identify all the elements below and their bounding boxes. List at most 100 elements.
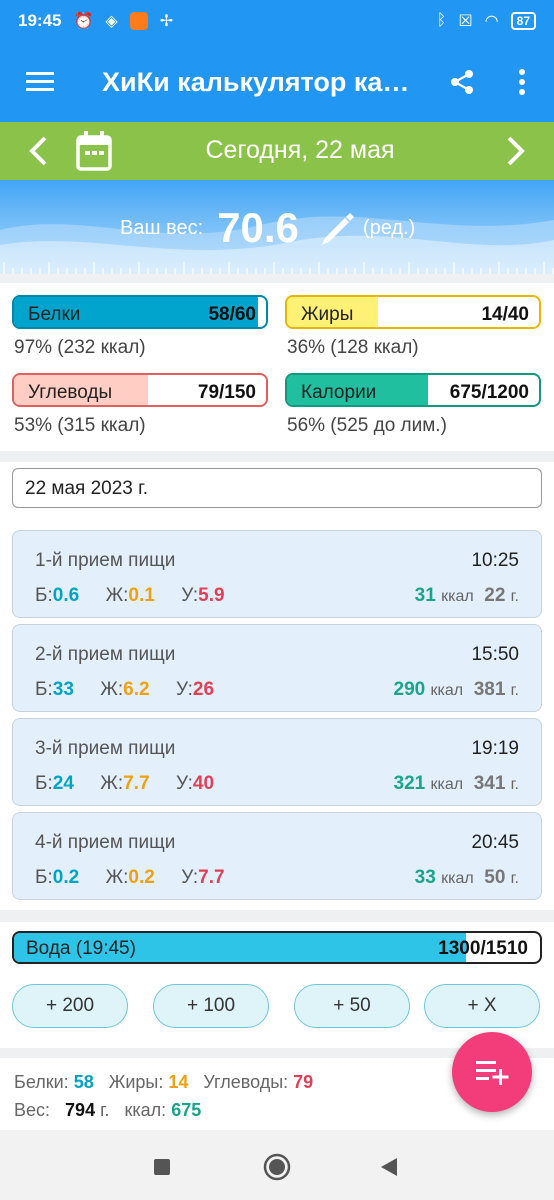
date-field-section: 22 мая 2023 г.	[0, 462, 554, 520]
summary-fat-label: Жиры:	[108, 1072, 164, 1092]
calories-value: 675/1200	[449, 382, 529, 403]
weight-banner: Ваш вес: 70.6 (ред.)	[0, 180, 554, 274]
previous-day-button[interactable]	[18, 131, 58, 171]
kcal-unit: ккал	[430, 682, 464, 699]
more-options-button[interactable]	[504, 64, 540, 100]
summary-weight-unit: г.	[100, 1100, 110, 1120]
meal-totals: 31 ккал 22 г.	[415, 585, 519, 607]
fat-value: 0.1	[128, 585, 155, 606]
date-field[interactable]: 22 мая 2023 г.	[12, 468, 542, 508]
share-button[interactable]	[444, 64, 480, 100]
meal-card-1[interactable]: 1-й прием пищи 10:25 Б:0.6 Ж:0.1 У:5.9 3…	[12, 530, 542, 618]
kcal-unit: ккал	[441, 870, 474, 887]
fat-label: Ж:	[105, 867, 129, 888]
add-water-custom-button[interactable]: + X	[424, 984, 540, 1028]
weight-label: Ваш вес:	[120, 216, 204, 239]
next-day-button[interactable]	[496, 131, 536, 171]
meal-grams: 381	[473, 679, 506, 700]
fat-label: Жиры	[301, 304, 354, 325]
carbs-label: У:	[175, 773, 193, 794]
carbs-label: У:	[181, 867, 199, 888]
summary-protein-value: 58	[73, 1072, 94, 1092]
meal-card-2[interactable]: 2-й прием пищи 15:50 Б:33 Ж:6.2 У:26 290…	[12, 624, 542, 712]
system-navigation-bar	[0, 1130, 554, 1200]
calendar-button[interactable]	[74, 130, 114, 172]
add-water-100-button[interactable]: + 100	[153, 984, 269, 1028]
menu-button[interactable]	[0, 42, 80, 122]
carbs-label: У:	[175, 679, 193, 700]
weight-edit-label[interactable]: (ред.)	[363, 217, 415, 240]
recent-apps-button[interactable]	[145, 1150, 179, 1184]
protein-value: 58/60	[208, 304, 256, 325]
protein-label: Б:	[35, 585, 53, 606]
kcal-unit: ккал	[430, 776, 464, 793]
status-time: 19:45	[18, 11, 62, 30]
meal-time: 20:45	[471, 832, 519, 853]
macro-protein[interactable]: Белки 58/60 97% (232 ккал)	[12, 295, 268, 359]
ruler-decoration	[3, 262, 554, 274]
carbs-value: 7.7	[198, 867, 225, 888]
protein-label: Б:	[35, 867, 53, 888]
share-icon	[451, 70, 473, 94]
add-meal-fab[interactable]	[452, 1032, 532, 1112]
grams-unit: г.	[510, 776, 519, 793]
app-notification-icon	[129, 12, 148, 30]
water-label: Вода (19:45)	[26, 938, 136, 959]
kcal-unit: ккал	[441, 588, 474, 605]
alarm-off-icon: ⏰	[73, 13, 94, 30]
summary-kcal-label: ккал:	[124, 1100, 167, 1120]
back-button[interactable]	[372, 1150, 406, 1184]
meal-macros: Б:0.2 Ж:0.2 У:7.7	[35, 867, 225, 889]
pencil-icon[interactable]	[317, 208, 357, 248]
protein-label: Б:	[35, 773, 53, 794]
carbs-label: Углеводы	[28, 382, 113, 403]
macro-fat[interactable]: Жиры 14/40 36% (128 ккал)	[285, 295, 541, 359]
fat-bar: Жиры 14/40	[285, 295, 541, 329]
meal-kcal: 31	[414, 585, 436, 606]
chevron-right-icon	[507, 136, 525, 166]
carbs-value: 40	[192, 773, 215, 794]
fat-label: Ж:	[105, 585, 129, 606]
home-button[interactable]	[260, 1150, 294, 1184]
sim-off-icon: ☒	[458, 13, 473, 30]
summary-fat-value: 14	[168, 1072, 189, 1092]
meal-macros: Б:33 Ж:6.2 У:26	[35, 679, 214, 701]
meal-name: 4-й прием пищи	[35, 832, 176, 853]
status-bar: 19:45 ⏰ ◈ ✢ ᛒ ☒ ◠ 87	[0, 0, 554, 42]
square-icon	[154, 1159, 170, 1175]
add-water-200-button[interactable]: + 200	[12, 984, 128, 1028]
meal-time: 15:50	[471, 644, 519, 665]
app-title: ХиКи калькулятор ка…	[102, 66, 410, 97]
carbs-value: 26	[192, 679, 215, 700]
carbs-bar: Углеводы 79/150	[12, 373, 268, 407]
protein-bar: Белки 58/60	[12, 295, 268, 329]
protein-value: 24	[52, 773, 74, 794]
bluetooth-icon: ᛒ	[436, 12, 447, 29]
carbs-summary: 53% (315 ккал)	[14, 415, 146, 436]
summary-weight-value: 794	[65, 1100, 96, 1120]
fat-label: Ж:	[100, 679, 124, 700]
macro-carbs[interactable]: Углеводы 79/150 53% (315 ккал)	[12, 373, 268, 437]
macro-calories[interactable]: Калории 675/1200 56% (525 до лим.)	[285, 373, 541, 437]
carbs-value: 79/150	[197, 382, 256, 403]
meals-list: 1-й прием пищи 10:25 Б:0.6 Ж:0.1 У:5.9 3…	[0, 520, 554, 910]
protein-summary: 97% (232 ккал)	[14, 337, 146, 358]
meal-name: 3-й прием пищи	[35, 738, 176, 759]
fat-value: 14/40	[481, 304, 529, 325]
current-date-label[interactable]: Сегодня, 22 мая	[140, 136, 460, 165]
carbs-value: 5.9	[198, 585, 225, 606]
meal-card-3[interactable]: 3-й прием пищи 19:19 Б:24 Ж:7.7 У:40 321…	[12, 718, 542, 806]
add-water-50-button[interactable]: + 50	[294, 984, 410, 1028]
fat-summary: 36% (128 ккал)	[287, 337, 419, 358]
calories-label: Калории	[301, 382, 377, 403]
fat-value: 0.2	[128, 867, 155, 888]
meal-card-4[interactable]: 4-й прием пищи 20:45 Б:0.2 Ж:0.2 У:7.7 3…	[12, 812, 542, 900]
water-bar[interactable]: Вода (19:45) 1300/1510	[12, 931, 542, 964]
fat-value: 7.7	[123, 773, 150, 794]
layers-icon: ◈	[105, 13, 118, 30]
weight-row[interactable]: Ваш вес: 70.6 (ред.)	[120, 204, 415, 252]
meal-kcal: 290	[393, 679, 426, 700]
meal-macros: Б:0.6 Ж:0.1 У:5.9	[35, 585, 225, 607]
grams-unit: г.	[510, 588, 519, 605]
calories-summary: 56% (525 до лим.)	[287, 415, 447, 436]
